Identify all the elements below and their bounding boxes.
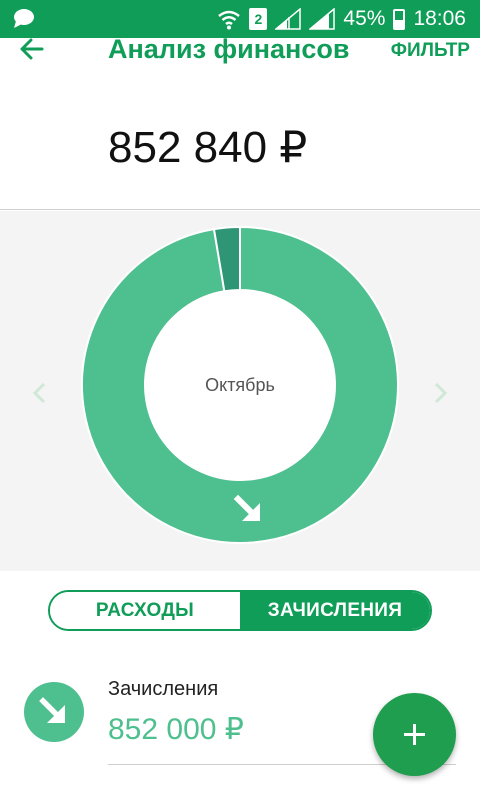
filter-button[interactable]: ФИЛЬТР [391,40,470,62]
battery-percent: 45% [343,7,386,30]
income-category-icon [24,682,84,742]
page-title: Анализ финансов [108,34,350,64]
clock: 18:06 [413,7,466,30]
back-button[interactable] [18,38,54,60]
chart-area: Октябрь [0,211,480,571]
tab-expenses[interactable]: РАСХОДЫ [50,592,240,629]
add-button[interactable] [373,693,456,776]
app-header: Анализ финансов ФИЛЬТР 852 840 ₽ [0,34,480,210]
list-item-amount: 852 000 ₽ [108,713,244,746]
signal-icon [275,8,302,30]
plus-icon [404,724,425,745]
sim-slot-badge: 2 [249,8,268,30]
arrow-down-right-icon [233,494,261,522]
screen: 2 45% 18:06 Анализ финансов ФИЛЬТР 852 8… [0,0,480,800]
month-label: Октябрь [205,375,275,395]
battery-icon [393,8,406,30]
wifi-icon [218,10,241,30]
status-bar: 2 45% 18:06 [0,0,480,38]
status-icons: 2 45% 18:06 [217,6,466,32]
signal-icon-2 [309,8,336,30]
arrow-down-right-icon [39,697,65,723]
tab-income[interactable]: ЗАЧИСЛЕНИЯ [240,592,430,629]
message-icon [14,9,34,28]
list-item-title: Зачисления [108,678,219,700]
total-amount: 852 840 ₽ [108,123,308,172]
type-toggle: РАСХОДЫ ЗАЧИСЛЕНИЯ [48,590,432,631]
